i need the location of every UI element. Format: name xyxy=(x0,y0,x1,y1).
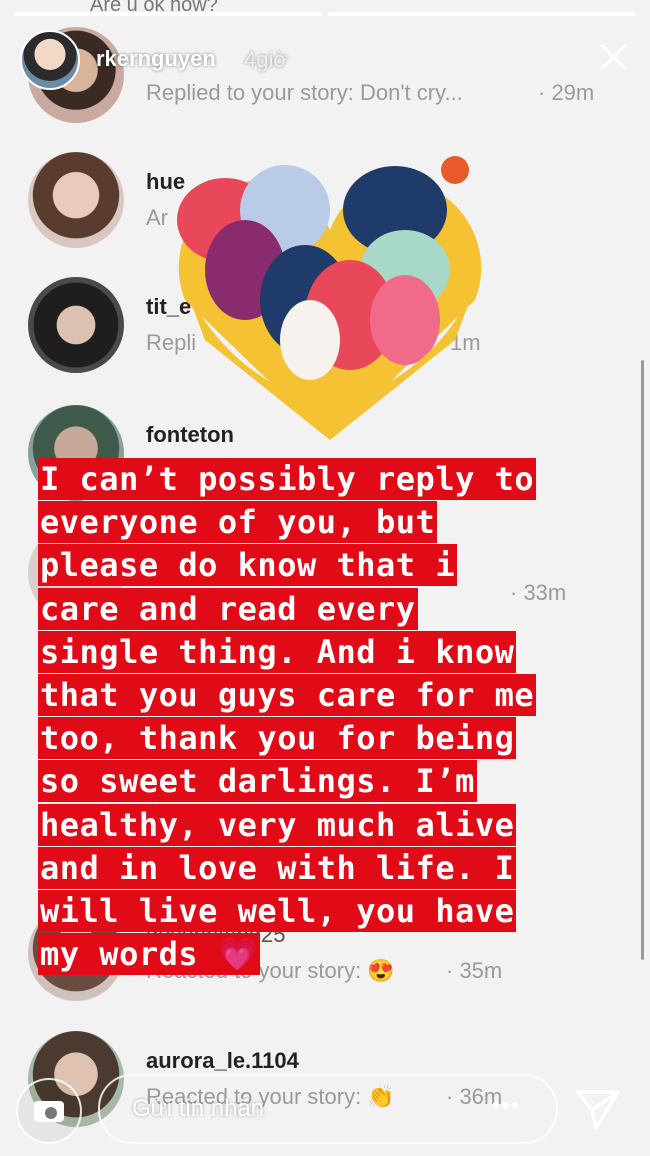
message-input[interactable]: Gửi tin nhắn ••• xyxy=(98,1074,558,1144)
message-placeholder: Gửi tin nhắn xyxy=(132,1095,265,1122)
scrollbar[interactable] xyxy=(641,360,644,960)
progress-segment xyxy=(14,12,322,16)
caption-line: everyone of you, but xyxy=(38,501,438,544)
caption-line: that you guys care for me xyxy=(38,674,537,717)
caption-line: care and read every xyxy=(38,587,418,630)
caption-line: please do know that i xyxy=(38,544,458,587)
reply-bar: Gửi tin nhắn ••• xyxy=(0,1066,650,1156)
story-progress xyxy=(14,12,636,16)
close-icon[interactable] xyxy=(596,40,630,74)
caption-line: too, thank you for being xyxy=(38,717,517,760)
more-icon[interactable]: ••• xyxy=(492,1092,520,1120)
caption-line: single thing. And i know xyxy=(38,630,517,673)
caption-line: healthy, very much alive xyxy=(38,803,517,846)
send-icon[interactable] xyxy=(574,1086,622,1134)
caption-line: and in love with life. I xyxy=(38,846,517,889)
avatar xyxy=(28,277,124,373)
caption-line: so sweet darlings. I’m xyxy=(38,760,477,803)
heart-hands-illustration xyxy=(175,156,485,440)
story-username[interactable]: rkernguyen xyxy=(96,46,216,72)
camera-icon[interactable] xyxy=(16,1078,82,1144)
story-time: 4giờ xyxy=(244,47,288,72)
avatar xyxy=(28,152,124,248)
story-header: rkernguyen 4giờ xyxy=(20,30,630,90)
caption-line: will live well, you have xyxy=(38,890,517,933)
camera-lens xyxy=(43,1105,59,1121)
progress-segment xyxy=(328,12,636,16)
avatar[interactable] xyxy=(20,30,80,90)
caption-line: I can’t possibly reply to xyxy=(38,458,537,500)
caption-line: my words 💗 xyxy=(38,933,261,976)
story-caption: I can’t possibly reply to everyone of yo… xyxy=(38,458,618,976)
